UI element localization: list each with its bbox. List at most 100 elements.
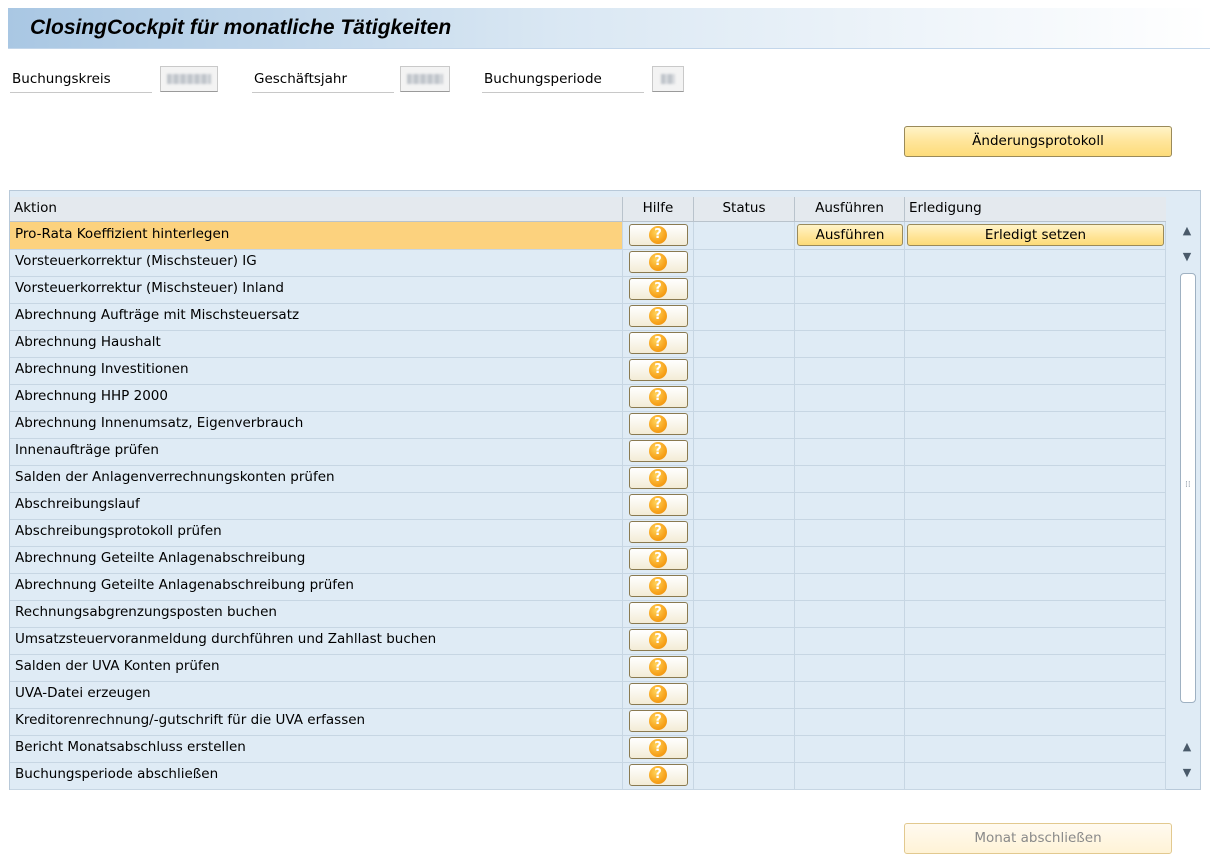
help-button[interactable]: ? (629, 467, 688, 489)
action-cell[interactable]: Abrechnung Geteilte Anlagenabschreibung (10, 546, 623, 573)
close-month-button[interactable]: Monat abschließen (904, 823, 1172, 854)
action-cell[interactable]: Salden der Anlagenverrechnungskonten prü… (10, 465, 623, 492)
help-button[interactable]: ? (629, 440, 688, 462)
status-cell (694, 627, 795, 654)
help-button[interactable]: ? (629, 575, 688, 597)
action-cell[interactable]: Vorsteuerkorrektur (Mischsteuer) Inland (10, 276, 623, 303)
table-row[interactable]: Rechnungsabgrenzungsposten buchen? (10, 600, 1166, 628)
action-cell[interactable]: Abrechnung HHP 2000 (10, 384, 623, 411)
table-row[interactable]: Buchungsperiode abschließen? (10, 762, 1166, 790)
table-row[interactable]: Abrechnung Geteilte Anlagenabschreibung … (10, 573, 1166, 601)
help-button[interactable]: ? (629, 710, 688, 732)
action-cell[interactable]: Abrechnung Investitionen (10, 357, 623, 384)
action-cell[interactable]: Vorsteuerkorrektur (Mischsteuer) IG (10, 249, 623, 276)
help-button[interactable]: ? (629, 359, 688, 381)
help-cell: ? (623, 681, 694, 708)
vertical-scrollbar[interactable]: ▲ ▼ ⁞⁞ ▲ ▼ (1176, 219, 1198, 787)
execute-cell (795, 330, 905, 357)
grip-icon: ⁞⁞ (1185, 480, 1191, 490)
action-cell[interactable]: Innenaufträge prüfen (10, 438, 623, 465)
action-cell[interactable]: Abrechnung Geteilte Anlagenabschreibung … (10, 573, 623, 600)
help-button[interactable]: ? (629, 332, 688, 354)
completion-cell (905, 681, 1166, 708)
table-row[interactable]: Abrechnung Investitionen? (10, 357, 1166, 385)
help-cell: ? (623, 222, 694, 249)
table-row[interactable]: Abrechnung Innenumsatz, Eigenverbrauch? (10, 411, 1166, 439)
table-row[interactable]: Innenaufträge prüfen? (10, 438, 1166, 466)
table-header: Aktion Hilfe Status Ausführen Erledigung (10, 197, 1166, 222)
company-code-label: Buchungskreis (10, 66, 152, 93)
table-row[interactable]: Umsatzsteuervoranmeldung durchführen und… (10, 627, 1166, 655)
scroll-up-icon[interactable]: ▲ (1178, 221, 1196, 241)
completion-cell (905, 492, 1166, 519)
help-cell: ? (623, 303, 694, 330)
action-cell[interactable]: Abrechnung Haushalt (10, 330, 623, 357)
action-cell[interactable]: Abrechnung Innenumsatz, Eigenverbrauch (10, 411, 623, 438)
table-row[interactable]: Vorsteuerkorrektur (Mischsteuer) Inland? (10, 276, 1166, 304)
help-button[interactable]: ? (629, 548, 688, 570)
status-cell (694, 411, 795, 438)
column-header-hilfe[interactable]: Hilfe (623, 197, 694, 221)
table-row[interactable]: Abrechnung Haushalt? (10, 330, 1166, 358)
table-row[interactable]: Vorsteuerkorrektur (Mischsteuer) IG? (10, 249, 1166, 277)
help-button[interactable]: ? (629, 413, 688, 435)
scrollbar-thumb[interactable]: ⁞⁞ (1180, 273, 1196, 703)
help-button[interactable]: ? (629, 386, 688, 408)
table-row[interactable]: Kreditorenrechnung/-gutschrift für die U… (10, 708, 1166, 736)
help-button[interactable]: ? (629, 737, 688, 759)
action-cell[interactable]: UVA-Datei erzeugen (10, 681, 623, 708)
mark-done-button[interactable]: Erledigt setzen (907, 224, 1164, 246)
column-header-ausfuehren[interactable]: Ausführen (795, 197, 905, 221)
execute-button[interactable]: Ausführen (797, 224, 903, 246)
help-button[interactable]: ? (629, 764, 688, 786)
table-row[interactable]: Bericht Monatsabschluss erstellen? (10, 735, 1166, 763)
change-log-button[interactable]: Änderungsprotokoll (904, 126, 1172, 157)
help-button[interactable]: ? (629, 305, 688, 327)
action-cell[interactable]: Bericht Monatsabschluss erstellen (10, 735, 623, 762)
table-row[interactable]: Pro-Rata Koeffizient hinterlegen? Ausführ… (10, 222, 1166, 250)
table-row[interactable]: Abschreibungslauf? (10, 492, 1166, 520)
company-code-field[interactable] (160, 66, 218, 92)
scroll-down-icon[interactable]: ▼ (1178, 247, 1196, 267)
table-row[interactable]: Abrechnung HHP 2000? (10, 384, 1166, 412)
help-icon: ? (649, 523, 667, 541)
status-cell (694, 384, 795, 411)
help-button[interactable]: ? (629, 656, 688, 678)
action-cell[interactable]: Rechnungsabgrenzungsposten buchen (10, 600, 623, 627)
action-cell[interactable]: Pro-Rata Koeffizient hinterlegen (10, 222, 623, 249)
scroll-page-up-icon[interactable]: ▲ (1178, 737, 1196, 757)
table-row[interactable]: Abschreibungsprotokoll prüfen? (10, 519, 1166, 547)
help-button[interactable]: ? (629, 278, 688, 300)
action-cell[interactable]: Abrechnung Aufträge mit Mischsteuersatz (10, 303, 623, 330)
posting-period-field[interactable] (652, 66, 684, 92)
action-cell[interactable]: Buchungsperiode abschließen (10, 762, 623, 789)
column-header-status[interactable]: Status (694, 197, 795, 221)
column-header-erledigung[interactable]: Erledigung (905, 197, 1166, 221)
column-header-aktion[interactable]: Aktion (10, 197, 623, 221)
execute-cell (795, 411, 905, 438)
table-row[interactable]: Abrechnung Geteilte Anlagenabschreibung? (10, 546, 1166, 574)
help-icon: ? (649, 361, 667, 379)
table-row[interactable]: Salden der UVA Konten prüfen? (10, 654, 1166, 682)
help-button[interactable]: ? (629, 224, 688, 246)
action-cell[interactable]: Salden der UVA Konten prüfen (10, 654, 623, 681)
table-row[interactable]: Salden der Anlagenverrechnungskonten prü… (10, 465, 1166, 493)
help-icon: ? (649, 388, 667, 406)
help-button[interactable]: ? (629, 629, 688, 651)
action-cell[interactable]: Abschreibungslauf (10, 492, 623, 519)
help-button[interactable]: ? (629, 683, 688, 705)
table-row[interactable]: Abrechnung Aufträge mit Mischsteuersatz? (10, 303, 1166, 331)
help-icon: ? (649, 712, 667, 730)
help-button[interactable]: ? (629, 494, 688, 516)
fiscal-year-field[interactable] (400, 66, 450, 92)
action-cell[interactable]: Umsatzsteuervoranmeldung durchführen und… (10, 627, 623, 654)
action-cell[interactable]: Abschreibungsprotokoll prüfen (10, 519, 623, 546)
completion-cell: Erledigt setzen (905, 222, 1166, 249)
help-button[interactable]: ? (629, 602, 688, 624)
action-cell[interactable]: Kreditorenrechnung/-gutschrift für die U… (10, 708, 623, 735)
help-icon: ? (649, 469, 667, 487)
help-button[interactable]: ? (629, 521, 688, 543)
table-row[interactable]: UVA-Datei erzeugen? (10, 681, 1166, 709)
help-button[interactable]: ? (629, 251, 688, 273)
scroll-page-down-icon[interactable]: ▼ (1178, 763, 1196, 783)
